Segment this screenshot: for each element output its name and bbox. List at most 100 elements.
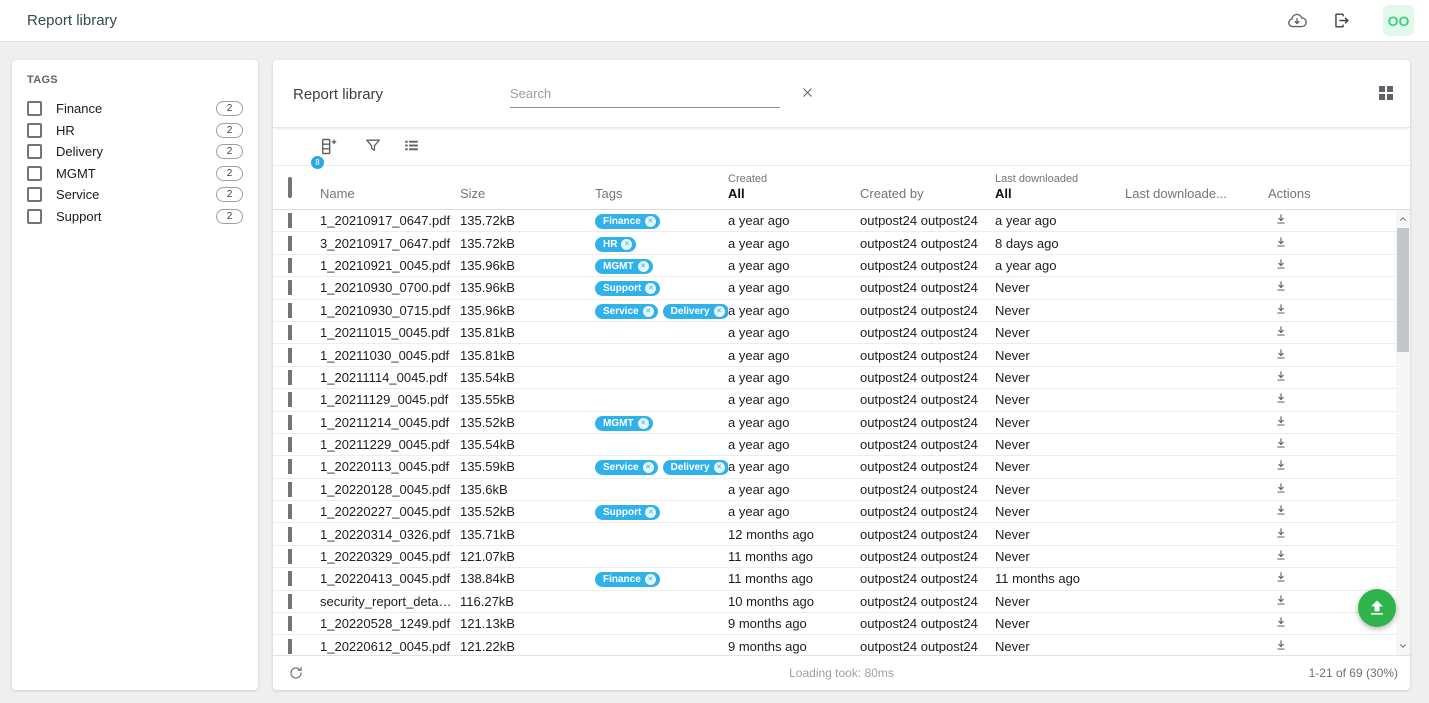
remove-tag-icon[interactable]: ✕ — [714, 306, 725, 317]
row-checkbox[interactable] — [288, 303, 292, 318]
scrollbar-thumb[interactable] — [1397, 228, 1409, 352]
column-header-name[interactable]: Name — [320, 186, 460, 209]
tag-checkbox[interactable] — [27, 187, 42, 202]
download-icon[interactable] — [1274, 414, 1288, 428]
remove-tag-icon[interactable]: ✕ — [714, 462, 725, 473]
refresh-icon[interactable] — [288, 665, 304, 681]
row-checkbox[interactable] — [288, 348, 292, 363]
logout-icon[interactable] — [1332, 11, 1351, 30]
tag-checkbox[interactable] — [27, 166, 42, 181]
remove-tag-icon[interactable]: ✕ — [621, 239, 632, 250]
download-icon[interactable] — [1274, 548, 1288, 562]
download-icon[interactable] — [1274, 235, 1288, 249]
row-checkbox[interactable] — [288, 459, 292, 474]
grid-view-icon[interactable] — [1379, 86, 1393, 100]
last-downloaded-filter[interactable]: All — [995, 186, 1125, 201]
report-last-downloaded: Never — [995, 639, 1125, 654]
download-icon[interactable] — [1274, 324, 1288, 338]
row-checkbox[interactable] — [288, 370, 292, 385]
tag-checkbox[interactable] — [27, 144, 42, 159]
download-icon[interactable] — [1274, 212, 1288, 226]
row-checkbox[interactable] — [288, 392, 292, 407]
search-input[interactable] — [510, 82, 780, 108]
vertical-scrollbar[interactable] — [1396, 210, 1410, 655]
tag-label: Service — [56, 187, 99, 202]
tag-checkbox[interactable] — [27, 123, 42, 138]
remove-tag-icon[interactable]: ✕ — [643, 462, 654, 473]
created-filter[interactable]: All — [728, 186, 860, 201]
scroll-up-icon[interactable] — [1396, 212, 1410, 226]
tag-checkbox[interactable] — [27, 209, 42, 224]
view-list-icon[interactable] — [402, 136, 421, 155]
remove-tag-icon[interactable]: ✕ — [643, 306, 654, 317]
download-icon[interactable] — [1274, 526, 1288, 540]
sidebar-tag-item[interactable]: HR2 — [27, 120, 243, 142]
row-checkbox[interactable] — [288, 280, 292, 295]
sidebar-tag-item[interactable]: MGMT2 — [27, 163, 243, 185]
row-checkbox[interactable] — [288, 549, 292, 564]
tag-chip-label: Service — [603, 306, 639, 317]
download-icon[interactable] — [1274, 257, 1288, 271]
add-column-icon[interactable] — [317, 136, 338, 157]
download-icon[interactable] — [1274, 503, 1288, 517]
row-checkbox[interactable] — [288, 571, 292, 586]
row-checkbox[interactable] — [288, 325, 292, 340]
column-header-last-downloaded[interactable]: Last downloaded All — [995, 173, 1125, 209]
remove-tag-icon[interactable]: ✕ — [645, 507, 656, 518]
column-header-created-by[interactable]: Created by — [860, 186, 995, 209]
download-icon[interactable] — [1274, 302, 1288, 316]
remove-tag-icon[interactable]: ✕ — [645, 283, 656, 294]
row-checkbox[interactable] — [288, 639, 292, 654]
column-header-created[interactable]: Created All — [728, 173, 860, 209]
column-header-size[interactable]: Size — [460, 186, 595, 209]
remove-tag-icon[interactable]: ✕ — [638, 418, 649, 429]
clear-search-icon[interactable] — [800, 85, 815, 100]
sidebar-tag-item[interactable]: Support2 — [27, 206, 243, 228]
report-actions — [1268, 526, 1396, 543]
remove-tag-icon[interactable]: ✕ — [638, 261, 649, 272]
download-icon[interactable] — [1274, 593, 1288, 607]
column-header-last-downloaded-by[interactable]: Last downloade... — [1125, 186, 1268, 209]
scroll-down-icon[interactable] — [1396, 639, 1410, 653]
row-checkbox[interactable] — [288, 504, 292, 519]
row-checkbox[interactable] — [288, 258, 292, 273]
download-icon[interactable] — [1274, 615, 1288, 629]
row-checkbox[interactable] — [288, 236, 292, 251]
avatar[interactable]: OO — [1383, 5, 1414, 36]
column-header-tags[interactable]: Tags — [595, 186, 728, 209]
row-checkbox[interactable] — [288, 213, 292, 228]
report-created: 9 months ago — [728, 639, 860, 654]
download-icon[interactable] — [1274, 481, 1288, 495]
download-icon[interactable] — [1274, 638, 1288, 652]
download-icon[interactable] — [1274, 458, 1288, 472]
sidebar-tag-item[interactable]: Service2 — [27, 184, 243, 206]
row-checkbox[interactable] — [288, 437, 292, 452]
tag-checkbox[interactable] — [27, 101, 42, 116]
download-icon[interactable] — [1274, 570, 1288, 584]
tag-label: HR — [56, 123, 75, 138]
remove-tag-icon[interactable]: ✕ — [645, 216, 656, 227]
download-icon[interactable] — [1274, 369, 1288, 383]
report-size: 135.71kB — [460, 527, 595, 542]
sidebar-tag-item[interactable]: Delivery2 — [27, 141, 243, 163]
row-checkbox[interactable] — [288, 616, 292, 631]
report-actions — [1268, 638, 1396, 655]
upload-report-button[interactable] — [1358, 589, 1396, 627]
download-icon[interactable] — [1274, 279, 1288, 293]
row-checkbox[interactable] — [288, 415, 292, 430]
report-size: 135.54kB — [460, 437, 595, 452]
download-icon[interactable] — [1274, 436, 1288, 450]
cloud-download-icon[interactable] — [1286, 10, 1308, 32]
download-icon[interactable] — [1274, 391, 1288, 405]
sidebar-tag-item[interactable]: Finance2 — [27, 98, 243, 120]
row-checkbox[interactable] — [288, 594, 292, 609]
report-created: 9 months ago — [728, 616, 860, 631]
report-last-downloaded: Never — [995, 415, 1125, 430]
report-created: a year ago — [728, 370, 860, 385]
row-checkbox[interactable] — [288, 482, 292, 497]
row-checkbox[interactable] — [288, 527, 292, 542]
select-all-checkbox[interactable] — [288, 177, 292, 198]
download-icon[interactable] — [1274, 347, 1288, 361]
remove-tag-icon[interactable]: ✕ — [645, 574, 656, 585]
filter-icon[interactable] — [363, 136, 383, 156]
